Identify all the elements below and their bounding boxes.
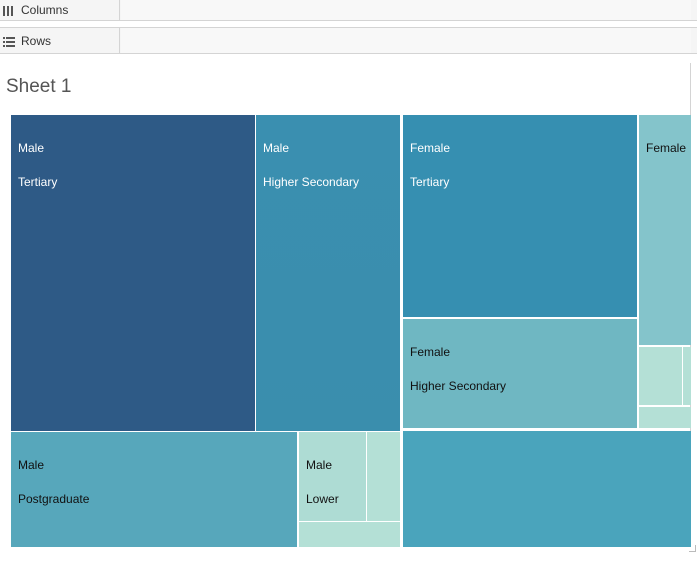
tile-male-postgraduate[interactable]: Male Postgraduate: [11, 432, 297, 547]
tile-female-tertiary[interactable]: Female Tertiary: [403, 115, 637, 317]
tile-line-gender: Male: [18, 458, 45, 472]
tile-line-gender: Female: [646, 141, 687, 155]
tile-line-gender: Female: [410, 345, 451, 359]
tile-line-education: Tertiary: [18, 175, 58, 189]
tile-female-small-2[interactable]: [683, 347, 691, 405]
tile-line-education: Tertiary: [410, 175, 450, 189]
tile-label: Female Tertiary: [410, 123, 450, 208]
tile-male-small-1[interactable]: [367, 432, 400, 521]
tile-line-education: Higher Secondary: [410, 379, 507, 393]
tile-female-higher-secondary[interactable]: Female Higher Secondary: [403, 319, 637, 428]
tile-male-tertiary[interactable]: Male Tertiary: [11, 115, 255, 431]
tile-female-small-3[interactable]: [639, 407, 691, 428]
tile-male-higher-secondary[interactable]: Male Higher Secondary: [256, 115, 400, 431]
tile-label: Male Higher Secondary: [263, 123, 359, 208]
treemap: Male Tertiary Male Higher Secondary Male…: [0, 0, 697, 581]
tile-line-education: Postgraduate: [18, 492, 90, 506]
tile-label: Male Postgraduate: [18, 440, 89, 525]
tile-line-gender: Female: [410, 141, 451, 155]
tile-label: Male Lower: [306, 440, 339, 525]
tile-female-small-1[interactable]: [639, 347, 682, 405]
tile-male-lower[interactable]: Male Lower: [299, 432, 366, 521]
tile-line-gender: Male: [263, 141, 290, 155]
tile-line-gender: Male: [18, 141, 45, 155]
tile-male-small-2[interactable]: [299, 522, 400, 547]
tile-label: Female Higher Secondary: [410, 327, 506, 412]
tile-label: Female: [646, 123, 686, 174]
tile-female-bottom[interactable]: [403, 431, 691, 547]
tile-label: Male Tertiary: [18, 123, 57, 208]
tile-female-unlabeled[interactable]: Female: [639, 115, 691, 345]
tile-line-education: Lower: [306, 492, 339, 506]
tile-line-education: Higher Secondary: [263, 175, 360, 189]
resize-handle-icon[interactable]: [689, 545, 696, 552]
tile-line-gender: Male: [306, 458, 333, 472]
